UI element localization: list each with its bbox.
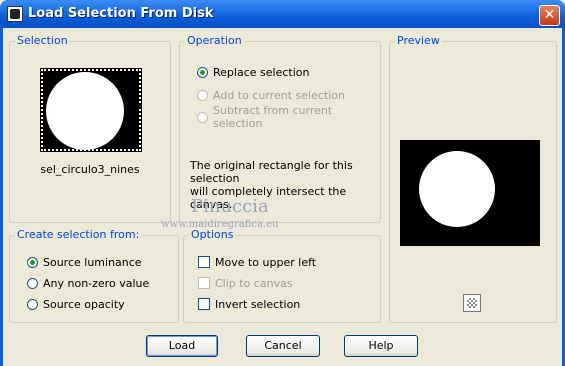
checkbox-icon[interactable] <box>198 256 210 268</box>
info-line-1: The original rectangle for this selectio… <box>190 159 353 185</box>
any-non-zero-value-radio[interactable]: Any non-zero value <box>27 275 149 291</box>
checkbox-icon <box>198 277 210 289</box>
watermark-name: Pinuccia <box>191 196 269 217</box>
invert-selection-checkbox[interactable]: Invert selection <box>198 296 300 312</box>
radio-icon <box>197 111 208 123</box>
source-opacity-radio[interactable]: Source opacity <box>27 296 125 312</box>
operation-group-label: Operation <box>185 34 244 47</box>
dialog-client-area: Selection sel_circulo3_nines Operation R… <box>3 28 562 366</box>
any-non-zero-value-label: Any non-zero value <box>43 276 150 290</box>
cancel-button[interactable]: Cancel <box>246 335 320 357</box>
move-to-upper-left-label: Move to upper left <box>215 255 317 269</box>
close-button[interactable]: ✕ <box>539 5 560 26</box>
add-to-selection-label: Add to current selection <box>213 88 345 102</box>
dropdown-arrow-icon[interactable] <box>134 105 142 109</box>
transparency-toggle-icon[interactable] <box>463 294 481 312</box>
radio-checked-icon[interactable] <box>27 256 38 268</box>
subtract-from-selection-label: Subtract from current selection <box>213 104 333 130</box>
radio-icon[interactable] <box>27 298 38 310</box>
selection-file-name: sel_circulo3_nines <box>40 163 140 176</box>
preview-group: Preview <box>389 34 557 323</box>
watermark-url: www.maidiregrafica.eu <box>161 219 279 230</box>
window-title: Load Selection From Disk <box>28 6 214 21</box>
help-button[interactable]: Help <box>344 335 418 357</box>
source-opacity-label: Source opacity <box>43 297 125 311</box>
subtract-from-selection-radio: Subtract from current selection <box>197 104 380 130</box>
selection-group-label: Selection <box>15 34 70 47</box>
preview-canvas <box>400 140 540 246</box>
radio-checked-icon[interactable] <box>197 66 208 78</box>
clip-to-canvas-label: Clip to canvas <box>215 276 293 290</box>
thumbnail-circle <box>46 72 124 150</box>
checkbox-icon[interactable] <box>198 298 210 310</box>
radio-icon <box>197 89 208 101</box>
preview-circle <box>419 151 495 227</box>
source-luminance-radio[interactable]: Source luminance <box>27 254 142 270</box>
add-to-selection-radio: Add to current selection <box>197 87 345 103</box>
dialog-window: Load Selection From Disk ✕ Selection sel… <box>0 0 565 366</box>
selection-thumbnail-dropdown[interactable] <box>40 68 142 152</box>
move-to-upper-left-checkbox[interactable]: Move to upper left <box>198 254 316 270</box>
invert-selection-label: Invert selection <box>215 297 301 311</box>
replace-selection-radio[interactable]: Replace selection <box>197 64 309 80</box>
create-selection-group-label: Create selection from: <box>15 228 142 241</box>
replace-selection-label: Replace selection <box>213 65 310 79</box>
title-bar[interactable]: Load Selection From Disk ✕ <box>0 0 565 28</box>
options-group: Options Move to upper left Clip to canva… <box>183 228 381 323</box>
load-button[interactable]: Load <box>146 335 218 357</box>
create-selection-from-group: Create selection from: Source luminance … <box>9 228 179 323</box>
preview-group-label: Preview <box>395 34 442 47</box>
clip-to-canvas-checkbox: Clip to canvas <box>198 275 293 291</box>
source-luminance-label: Source luminance <box>43 255 142 269</box>
selection-group: Selection sel_circulo3_nines <box>9 34 171 223</box>
radio-icon[interactable] <box>27 277 38 289</box>
app-icon <box>7 6 23 22</box>
